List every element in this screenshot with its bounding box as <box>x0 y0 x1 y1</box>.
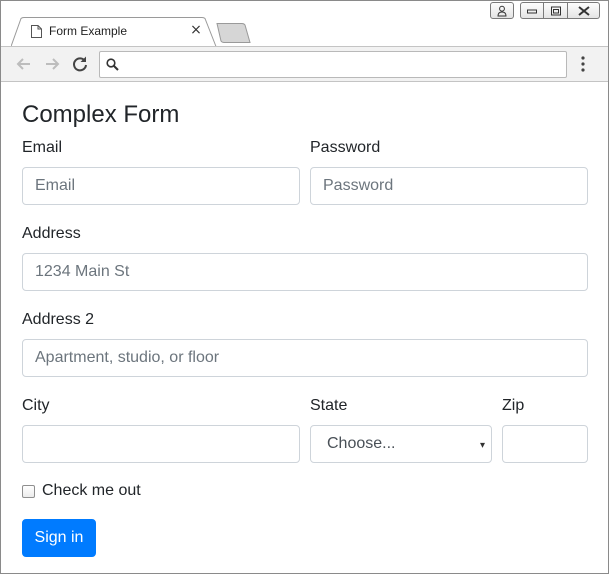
state-label: State <box>310 397 348 414</box>
zip-label: Zip <box>502 397 525 414</box>
user-icon <box>497 5 507 16</box>
page-title: Complex Form <box>22 101 180 128</box>
page-icon <box>31 25 42 38</box>
check-me-out-checkbox[interactable] <box>22 484 35 498</box>
page-content: Complex Form Email Password Address Addr… <box>2 83 607 573</box>
minimize-icon <box>527 9 537 13</box>
city-field[interactable] <box>22 425 300 463</box>
window-controls <box>484 2 600 20</box>
city-label: City <box>22 397 50 414</box>
chevron-down-icon: ▾ <box>479 440 485 451</box>
sign-in-button[interactable]: Sign in <box>22 519 96 557</box>
password-field[interactable] <box>310 167 588 205</box>
browser-window: Form Example × Complex Form Email Email … <box>0 0 609 574</box>
back-arrow-icon <box>16 58 30 70</box>
state-selected-value: Choose... <box>327 435 396 452</box>
tab-title: Form Example <box>49 24 128 38</box>
minimize-button[interactable] <box>520 2 544 19</box>
active-tab[interactable]: Form Example × <box>11 17 217 47</box>
tab-strip: Form Example × <box>1 1 608 47</box>
close-window-icon <box>577 5 590 16</box>
browser-toolbar <box>1 46 608 82</box>
address-label: Address <box>22 225 81 242</box>
forward-arrow-icon <box>46 58 60 70</box>
search-icon <box>106 58 119 71</box>
address-bar[interactable] <box>99 51 567 78</box>
address-field[interactable] <box>22 253 588 291</box>
email-label: Email <box>22 139 63 156</box>
restore-button[interactable] <box>544 2 568 19</box>
state-select[interactable]: Choose... ▾ <box>310 425 492 463</box>
window-buttons <box>514 2 600 20</box>
vertical-ellipsis-icon <box>581 56 585 72</box>
email-field[interactable] <box>22 167 300 205</box>
checkbox-label[interactable]: Check me out <box>42 482 141 500</box>
zip-field[interactable] <box>502 425 588 463</box>
user-button[interactable] <box>490 2 514 19</box>
forward-button[interactable] <box>43 55 61 73</box>
password-label: Password <box>310 139 381 156</box>
reload-button[interactable] <box>71 55 89 73</box>
reload-icon <box>73 56 87 72</box>
new-tab-button[interactable] <box>216 23 252 43</box>
close-window-button[interactable] <box>568 2 600 19</box>
close-icon[interactable]: × <box>189 23 203 37</box>
restore-icon <box>550 6 561 15</box>
back-button[interactable] <box>15 55 33 73</box>
address2-field[interactable] <box>22 339 588 377</box>
checkbox-row: Check me out <box>22 482 141 500</box>
address2-label: Address 2 <box>22 311 95 328</box>
menu-button[interactable] <box>581 56 589 74</box>
